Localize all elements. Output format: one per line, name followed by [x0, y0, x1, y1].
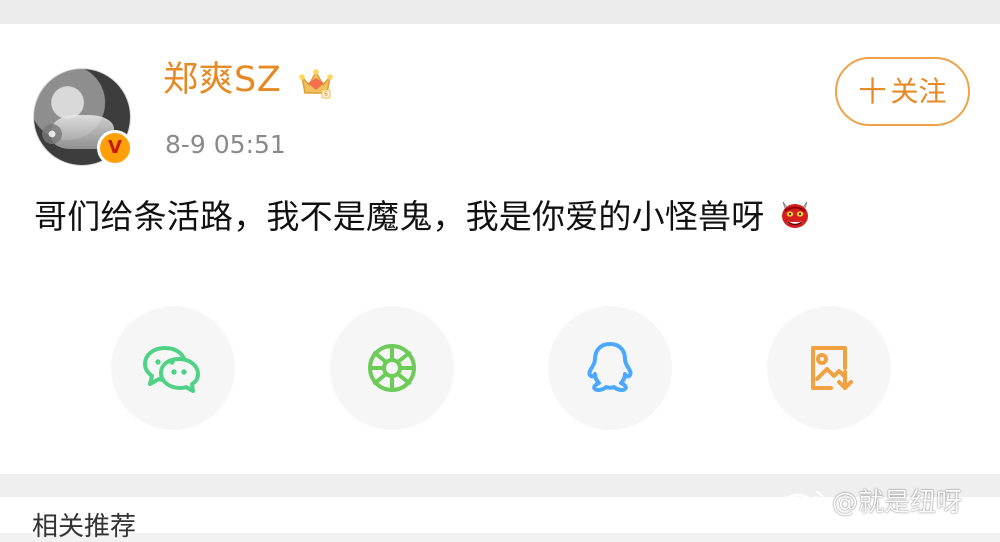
watermark: @就是纽呀	[778, 488, 962, 516]
follow-button[interactable]: 十关注	[835, 57, 970, 126]
follow-plus-icon: 十	[858, 75, 887, 108]
post-timestamp: 8-9 05:51	[165, 130, 286, 159]
moments-icon	[368, 344, 416, 392]
follow-label: 关注	[890, 75, 947, 108]
share-moments-button[interactable]	[330, 306, 454, 430]
qq-icon	[587, 342, 633, 393]
verified-v-icon: V	[108, 137, 122, 158]
svg-text:6: 6	[324, 91, 328, 98]
demon-emoji-icon	[782, 201, 809, 228]
wechat-icon	[143, 346, 200, 393]
save-image-button[interactable]	[767, 306, 891, 430]
post-content-text: 哥们给条活路，我不是魔鬼，我是你爱的小怪兽呀	[34, 197, 765, 236]
related-title: 相关推荐	[32, 512, 137, 542]
watermark-text: @就是纽呀	[832, 488, 963, 518]
share-wechat-button[interactable]	[111, 306, 235, 430]
verified-badge: V	[97, 130, 133, 166]
author-name[interactable]: 郑爽SZ	[163, 63, 281, 98]
share-qq-button[interactable]	[548, 306, 672, 430]
post-content: 哥们给条活路，我不是魔鬼，我是你爱的小怪兽呀	[34, 197, 813, 237]
save-image-icon	[811, 346, 853, 390]
top-strip	[0, 0, 1000, 24]
watermark-logo-icon	[782, 490, 825, 515]
crown-icon: 6	[299, 69, 333, 99]
